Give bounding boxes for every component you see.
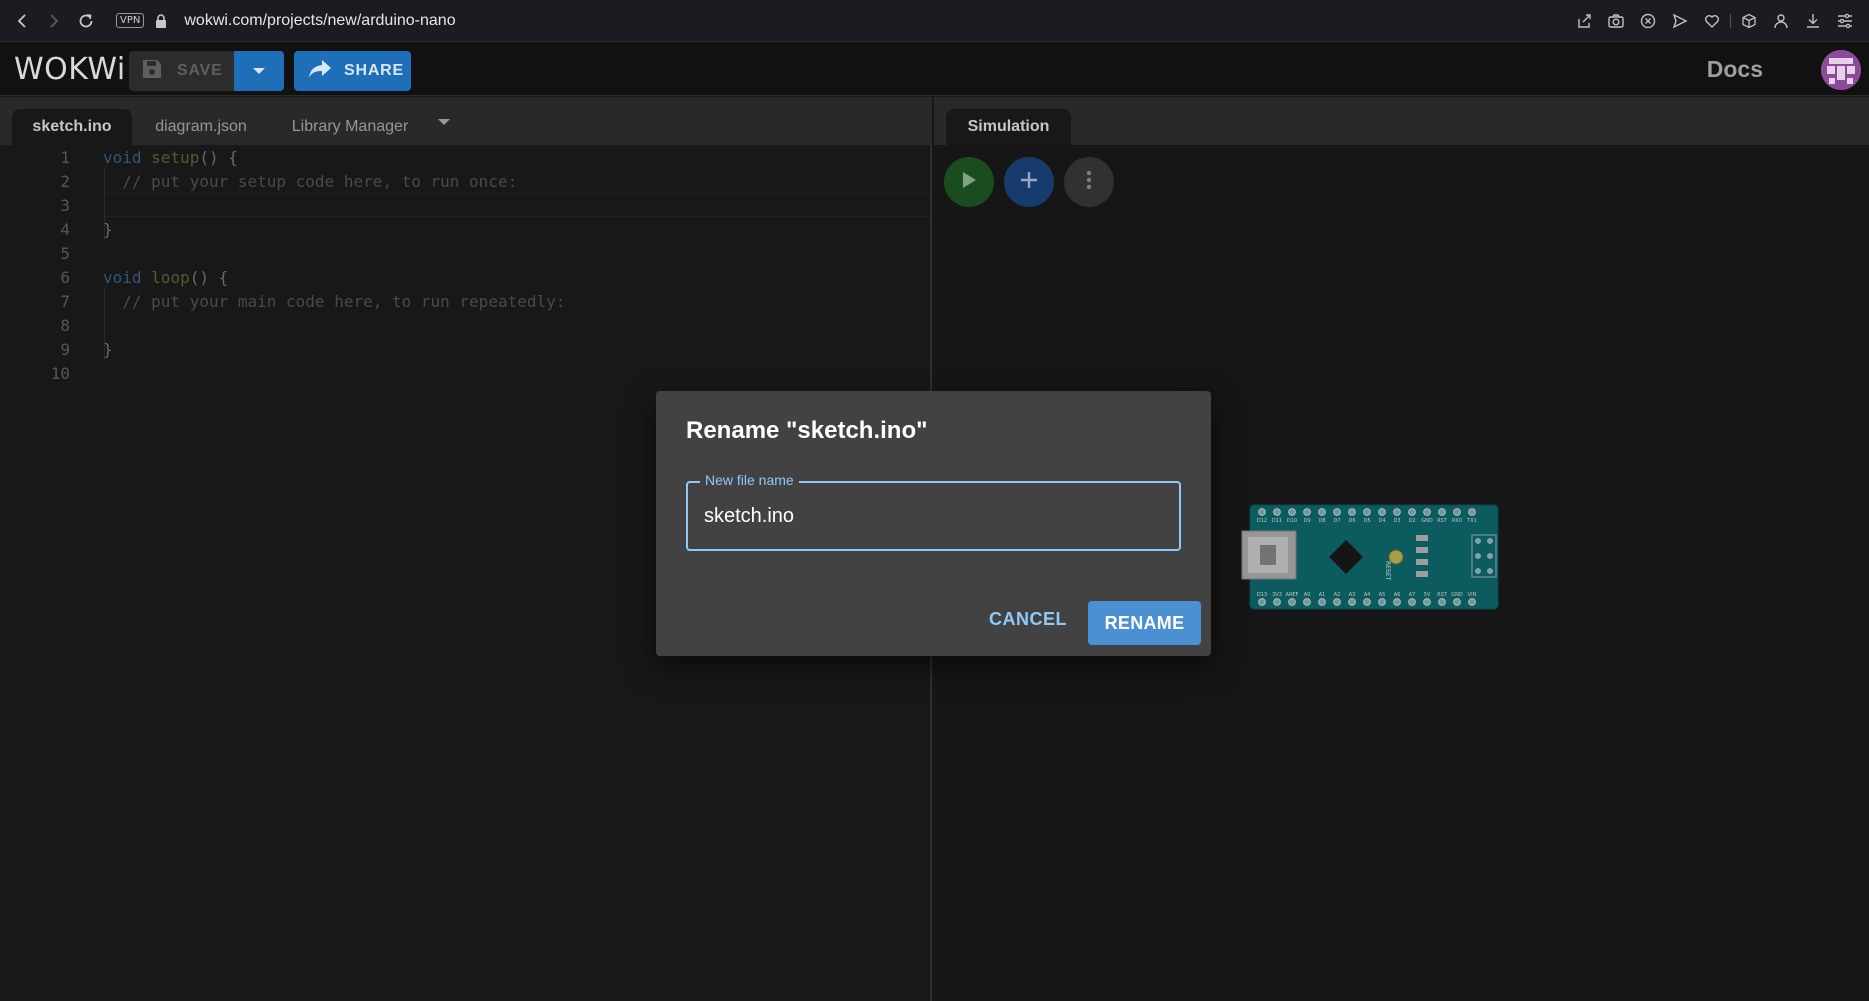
- floppy-icon: [141, 58, 163, 85]
- forward-icon[interactable]: [38, 5, 70, 37]
- lock-icon[interactable]: [154, 13, 168, 29]
- adblock-icon[interactable]: [1632, 5, 1664, 37]
- chevron-down-icon: [252, 62, 266, 80]
- share-label: SHARE: [344, 62, 405, 79]
- camera-icon[interactable]: [1600, 5, 1632, 37]
- share-page-icon[interactable]: [1568, 5, 1600, 37]
- field-label: New file name: [700, 472, 799, 488]
- toolbar-divider: [1730, 14, 1731, 28]
- dialog-title: Rename "sketch.ino": [686, 417, 928, 444]
- save-button[interactable]: SAVE: [129, 51, 234, 91]
- back-icon[interactable]: [6, 5, 38, 37]
- url-host: wokwi.com: [184, 11, 263, 29]
- heart-icon[interactable]: [1696, 5, 1728, 37]
- download-icon[interactable]: [1797, 5, 1829, 37]
- profile-icon[interactable]: [1765, 5, 1797, 37]
- address-bar[interactable]: wokwi.com/projects/new/arduino-nano: [184, 12, 455, 30]
- browser-toolbar: VPN wokwi.com/projects/new/arduino-nano: [0, 0, 1869, 42]
- save-label: SAVE: [177, 62, 223, 79]
- app-header: WOKWi SAVE SHARE Docs: [0, 42, 1869, 96]
- file-name-field[interactable]: New file name: [686, 472, 1181, 551]
- vpn-badge[interactable]: VPN: [116, 13, 145, 28]
- avatar[interactable]: [1821, 50, 1861, 90]
- file-name-input[interactable]: [704, 505, 1164, 528]
- rename-dialog: Rename "sketch.ino" New file name CANCEL…: [656, 391, 1211, 656]
- cancel-button[interactable]: CANCEL: [987, 601, 1069, 637]
- rename-button[interactable]: RENAME: [1088, 601, 1201, 645]
- cube-icon[interactable]: [1733, 5, 1765, 37]
- share-arrow-icon: [308, 59, 332, 84]
- reload-icon[interactable]: [70, 5, 102, 37]
- docs-link[interactable]: Docs: [1707, 56, 1763, 83]
- wokwi-logo[interactable]: WOKWi: [14, 52, 126, 87]
- save-options-button[interactable]: [234, 51, 284, 91]
- url-path: /projects/new/arduino-nano: [262, 11, 456, 29]
- share-button[interactable]: SHARE: [294, 51, 411, 91]
- settings-icon[interactable]: [1829, 5, 1861, 37]
- send-icon[interactable]: [1664, 5, 1696, 37]
